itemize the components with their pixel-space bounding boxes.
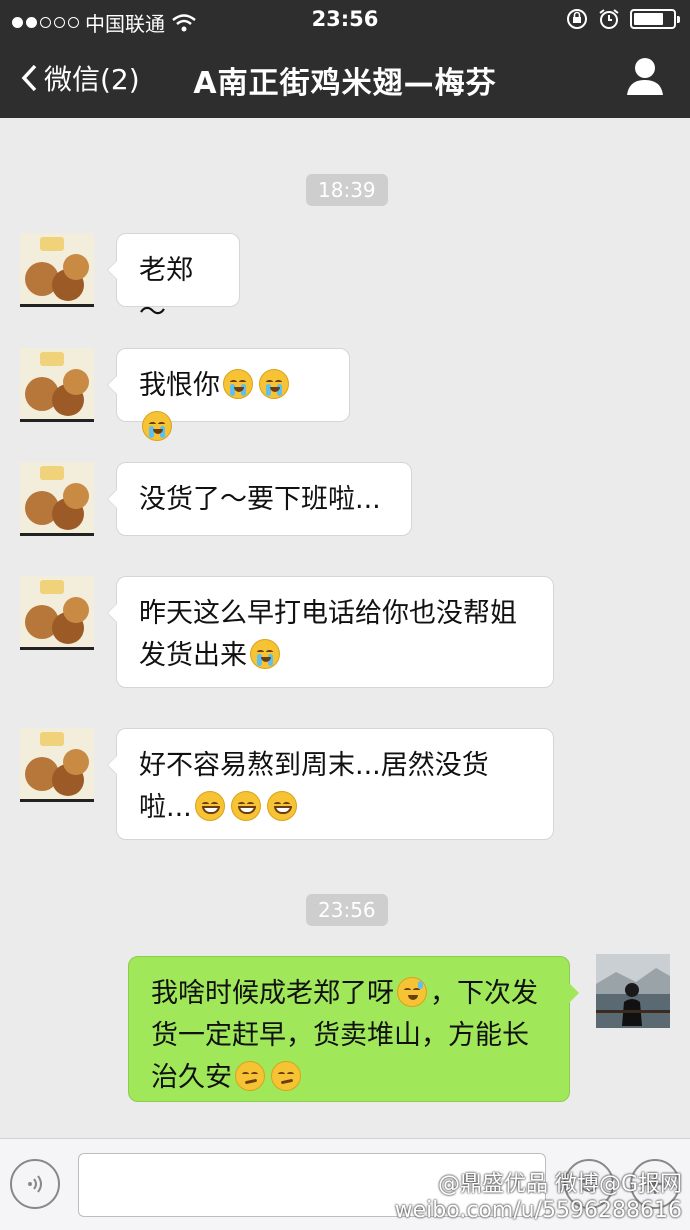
message-text: 昨天这么早打电话给你也没帮姐发货出来 [139, 598, 517, 671]
rotation-lock-icon [567, 9, 587, 29]
person-icon [627, 58, 663, 95]
alarm-icon [599, 9, 619, 29]
grinning-sweat-face-icon [266, 791, 297, 821]
status-icons [566, 8, 680, 30]
my-avatar[interactable] [596, 954, 670, 1028]
watermark-line-2: weibo.com/u/5596288616 [394, 1198, 682, 1223]
message-text: 老郑～ [139, 255, 193, 328]
sweating-face-icon [397, 977, 427, 1007]
smirk-face-icon [235, 1061, 265, 1091]
contact-avatar[interactable] [20, 233, 94, 307]
crying-face-icon [142, 411, 172, 441]
message-text: 没货了～要下班啦... [139, 484, 381, 515]
grinning-sweat-face-icon [194, 791, 225, 821]
message-bubble[interactable]: 我恨你 [107, 348, 350, 441]
chat-title: A南正街鸡米翅—梅芬 [193, 66, 497, 101]
message-text-part-1: 我啥时候成老郑了呀 [151, 978, 394, 1009]
my-message-bubble[interactable]: 我啥时候成老郑了呀 ，下次发货一定赶早，货卖堆山，方能长治久安 [128, 956, 579, 1102]
profile-button[interactable] [626, 56, 664, 100]
timestamp: 23:56 [306, 894, 388, 926]
crying-face-icon [250, 639, 280, 669]
watermark: @鼎盛优品 微博@G报网 weibo.com/u/5596288616 [395, 1172, 682, 1224]
grinning-sweat-face-icon [230, 791, 261, 821]
crying-face-icon [259, 369, 289, 399]
nav-bar: 微信(2) A南正街鸡米翅—梅芬 [0, 40, 690, 118]
contact-avatar[interactable] [20, 348, 94, 422]
chat-area[interactable]: 18:39 老郑～ 我恨你 没货了～要下班啦... 昨天这么早打电话给你也没帮姐… [0, 118, 690, 1138]
contact-avatar[interactable] [20, 728, 94, 802]
input-bar: @鼎盛优品 微博@G报网 weibo.com/u/5596288616 [0, 1138, 690, 1230]
smirk-face-icon [271, 1061, 301, 1091]
message-bubble[interactable]: 好不容易熬到周末...居然没货啦... [107, 728, 554, 840]
voice-button[interactable] [10, 1159, 60, 1209]
status-bar: 中国联通 23:56 [0, 0, 690, 40]
voice-icon [28, 1175, 42, 1193]
message-bubble[interactable]: 老郑～ [107, 233, 240, 328]
message-text: 好不容易熬到周末...居然没货啦... [139, 750, 489, 823]
contact-avatar[interactable] [20, 576, 94, 650]
message-text: 我恨你 [139, 370, 220, 401]
battery-icon [630, 9, 680, 29]
crying-face-icon [223, 369, 253, 399]
timestamp: 18:39 [306, 174, 388, 206]
contact-avatar[interactable] [20, 462, 94, 536]
message-bubble[interactable]: 昨天这么早打电话给你也没帮姐发货出来 [107, 576, 554, 688]
message-bubble[interactable]: 没货了～要下班啦... [107, 462, 412, 536]
watermark-line-1: @鼎盛优品 微博@G报网 [437, 1172, 682, 1197]
